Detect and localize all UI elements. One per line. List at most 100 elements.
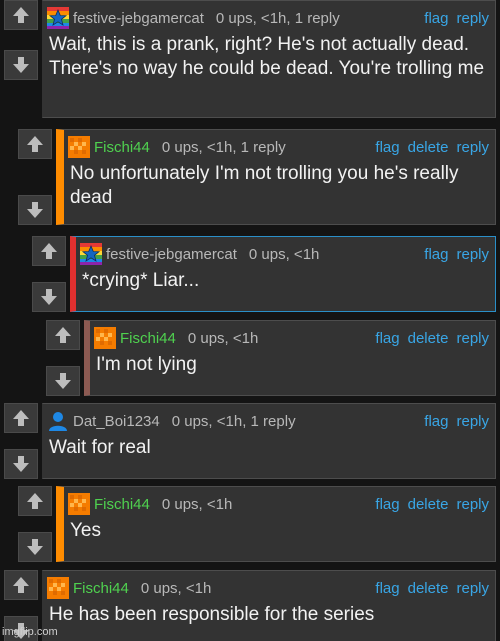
vote-controls — [18, 129, 54, 225]
orange-checker-icon — [47, 577, 69, 599]
down-arrow-icon — [41, 289, 57, 305]
comment-body: Dat_Boi1234 0 ups, <1h, 1 reply flag rep… — [42, 403, 496, 479]
downvote-button[interactable] — [18, 195, 52, 225]
reply-link[interactable]: reply — [456, 246, 489, 263]
reply-link[interactable]: reply — [456, 10, 489, 27]
comment-header: Dat_Boi1234 0 ups, <1h, 1 reply flag rep… — [47, 408, 489, 434]
comment-body: festive-jebgamercat 0 ups, <1h flag repl… — [70, 236, 496, 312]
vote-controls — [46, 320, 82, 396]
comment-header: festive-jebgamercat 0 ups, <1h flag repl… — [80, 241, 489, 267]
flag-link[interactable]: flag — [375, 580, 399, 597]
downvote-button[interactable] — [4, 50, 38, 80]
username[interactable]: Fischi44 — [120, 330, 176, 347]
orange-checker-icon — [68, 136, 90, 158]
comment-body: festive-jebgamercat 0 ups, <1h, 1 reply … — [42, 0, 496, 118]
comment-text: I'm not lying — [96, 354, 197, 375]
down-arrow-icon — [27, 539, 43, 555]
reply-link[interactable]: reply — [456, 330, 489, 347]
comment: festive-jebgamercat 0 ups, <1h, 1 reply … — [4, 0, 496, 118]
flag-link[interactable]: flag — [424, 413, 448, 430]
down-arrow-icon — [13, 456, 29, 472]
username[interactable]: festive-jebgamercat — [106, 246, 237, 263]
username[interactable]: Fischi44 — [94, 139, 150, 156]
comment-actions: flag delete reply — [375, 139, 489, 156]
upvote-button[interactable] — [18, 486, 52, 516]
comment-body: Fischi44 0 ups, <1h flag delete reply I'… — [84, 320, 496, 396]
reply-link[interactable]: reply — [456, 139, 489, 156]
username[interactable]: festive-jebgamercat — [73, 10, 204, 27]
delete-link[interactable]: delete — [408, 496, 449, 513]
up-arrow-icon — [13, 410, 29, 426]
comment: Dat_Boi1234 0 ups, <1h, 1 reply flag rep… — [4, 403, 496, 479]
comment-meta: 0 ups, <1h — [140, 579, 212, 597]
rainbow-star-icon — [47, 7, 69, 29]
comment-meta: 0 ups, <1h — [187, 329, 259, 347]
downvote-button[interactable] — [32, 282, 66, 312]
up-arrow-icon — [55, 327, 71, 343]
comment-actions: flag delete reply — [375, 330, 489, 347]
flag-link[interactable]: flag — [375, 330, 399, 347]
username[interactable]: Fischi44 — [94, 496, 150, 513]
comment: Fischi44 0 ups, <1h flag delete reply I'… — [46, 320, 496, 396]
delete-link[interactable]: delete — [408, 330, 449, 347]
up-arrow-icon — [27, 493, 43, 509]
comment-header: Fischi44 0 ups, <1h flag delete reply — [94, 325, 489, 351]
comment-body: Fischi44 0 ups, <1h flag delete reply He… — [42, 570, 496, 641]
reply-link[interactable]: reply — [456, 580, 489, 597]
upvote-button[interactable] — [32, 236, 66, 266]
up-arrow-icon — [41, 243, 57, 259]
vote-controls — [18, 486, 54, 562]
flag-link[interactable]: flag — [424, 246, 448, 263]
username[interactable]: Fischi44 — [73, 580, 129, 597]
reply-link[interactable]: reply — [456, 413, 489, 430]
vote-controls — [4, 403, 40, 479]
downvote-button[interactable] — [4, 449, 38, 479]
upvote-button[interactable] — [4, 570, 38, 600]
comment-meta: 0 ups, <1h — [161, 495, 233, 513]
delete-link[interactable]: delete — [408, 139, 449, 156]
comment: Fischi44 0 ups, <1h flag delete reply Ye… — [18, 486, 496, 562]
comment: Fischi44 0 ups, <1h flag delete reply He… — [4, 570, 496, 641]
comment-header: Fischi44 0 ups, <1h flag delete reply — [47, 575, 489, 601]
vote-controls — [32, 236, 68, 312]
upvote-button[interactable] — [46, 320, 80, 350]
upvote-button[interactable] — [4, 0, 38, 30]
flag-link[interactable]: flag — [424, 10, 448, 27]
comment-actions: flag delete reply — [375, 496, 489, 513]
comment-header: Fischi44 0 ups, <1h flag delete reply — [68, 491, 489, 517]
comment-actions: flag reply — [424, 413, 489, 430]
comment: festive-jebgamercat 0 ups, <1h flag repl… — [32, 236, 496, 312]
blue-user-icon — [49, 412, 67, 431]
comment-text: Wait, this is a prank, right? He's not a… — [49, 34, 485, 79]
username[interactable]: Dat_Boi1234 — [73, 413, 160, 430]
comment-actions: flag reply — [424, 10, 489, 27]
orange-checker-icon — [68, 493, 90, 515]
comment-meta: 0 ups, <1h — [248, 245, 320, 263]
comment-actions: flag reply — [424, 246, 489, 263]
down-arrow-icon — [27, 202, 43, 218]
downvote-button[interactable] — [18, 532, 52, 562]
comment-body: Fischi44 0 ups, <1h, 1 reply flag delete… — [56, 129, 496, 225]
vote-controls — [4, 0, 40, 80]
comment-meta: 0 ups, <1h, 1 reply — [161, 138, 286, 156]
watermark: imgflip.com — [2, 626, 58, 638]
flag-link[interactable]: flag — [375, 496, 399, 513]
comment: Fischi44 0 ups, <1h, 1 reply flag delete… — [18, 129, 496, 225]
flag-link[interactable]: flag — [375, 139, 399, 156]
upvote-button[interactable] — [18, 129, 52, 159]
comment-thread: festive-jebgamercat 0 ups, <1h, 1 reply … — [0, 0, 500, 641]
comment-header: festive-jebgamercat 0 ups, <1h, 1 reply … — [47, 5, 489, 31]
comment-text: He has been responsible for the series — [49, 604, 375, 625]
delete-link[interactable]: delete — [408, 580, 449, 597]
comment-text: Yes — [70, 520, 101, 541]
upvote-button[interactable] — [4, 403, 38, 433]
rainbow-star-icon — [80, 243, 102, 265]
reply-link[interactable]: reply — [456, 496, 489, 513]
comment-meta: 0 ups, <1h, 1 reply — [215, 9, 340, 27]
down-arrow-icon — [13, 57, 29, 73]
comment-meta: 0 ups, <1h, 1 reply — [171, 412, 296, 430]
downvote-button[interactable] — [46, 366, 80, 396]
up-arrow-icon — [27, 136, 43, 152]
orange-checker-icon — [94, 327, 116, 349]
comment-body: Fischi44 0 ups, <1h flag delete reply Ye… — [56, 486, 496, 562]
